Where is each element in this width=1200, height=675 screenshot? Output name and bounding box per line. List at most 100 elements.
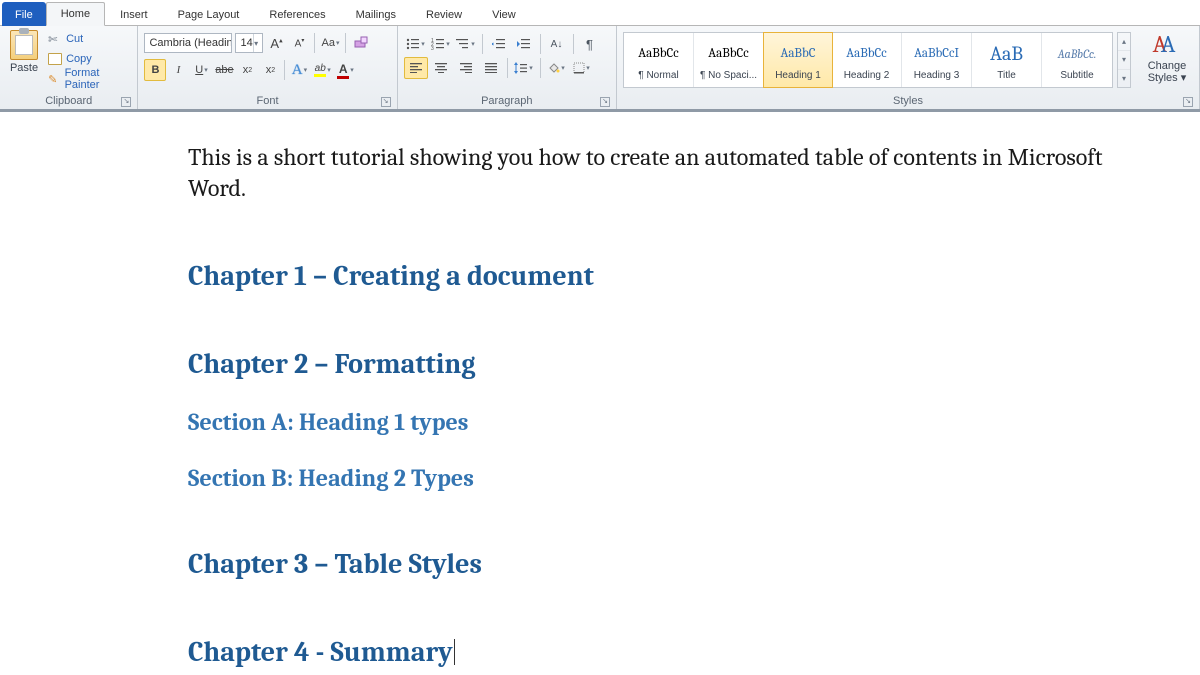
group-paragraph: ▾ 123▾ ▾ A↓ ¶ [398,26,618,109]
sort-button[interactable]: A↓ [545,33,569,55]
styles-dialog-launcher[interactable]: ↘ [1183,97,1193,107]
style-item--normal[interactable]: AaBbCc¶ Normal [624,33,694,87]
paragraph-dialog-launcher[interactable]: ↘ [600,97,610,107]
format-painter-button[interactable]: ✎ Format Painter [46,70,131,88]
body-paragraph: This is a short tutorial showing you how… [188,142,1108,204]
heading-chapter-2: Chapter 2 – Formatting [188,348,1200,380]
shading-button[interactable]: ▾ [545,57,569,79]
line-spacing-button[interactable]: ▾ [512,57,536,79]
group-label-styles: Styles [893,95,923,107]
tab-file[interactable]: File [2,2,46,26]
outdent-icon [492,38,506,50]
numbering-button[interactable]: 123▾ [429,33,453,55]
svg-text:3: 3 [431,46,434,50]
ribbon: Paste ✄ Cut Copy ✎ Format Painter Clipbo… [0,26,1200,112]
strikethrough-button[interactable]: abe [213,59,235,81]
multilevel-list-button[interactable]: ▾ [454,33,478,55]
style-label: ¶ No Spaci... [696,70,761,81]
brush-icon: ✎ [48,73,61,85]
borders-icon [573,62,585,74]
tab-mailings[interactable]: Mailings [341,2,411,26]
heading-chapter-3: Chapter 3 – Table Styles [188,548,1200,580]
increase-indent-button[interactable] [512,33,536,55]
underline-button[interactable]: U▾ [190,59,212,81]
borders-button[interactable]: ▾ [570,57,594,79]
gallery-more-button[interactable]: ▾ [1118,70,1130,87]
font-size-value: 14 [240,37,252,49]
style-item-title[interactable]: AaB Title [972,33,1042,87]
font-name-select[interactable]: Cambria (Headin ▾ [144,33,232,53]
group-label-font: Font [256,95,278,107]
decrease-indent-button[interactable] [487,33,511,55]
style-preview: AaBbCc [846,40,886,68]
cut-button[interactable]: ✄ Cut [46,30,131,48]
style-item-heading-2[interactable]: AaBbCcHeading 2 [832,33,902,87]
align-right-button[interactable] [454,57,478,79]
align-center-icon [435,63,447,73]
style-preview: AaBbCc [638,40,678,68]
style-item-heading-3[interactable]: AaBbCcI Heading 3 [902,33,972,87]
bullets-button[interactable]: ▾ [404,33,428,55]
gallery-down-button[interactable]: ▾ [1118,51,1130,69]
clipboard-dialog-launcher[interactable]: ↘ [121,97,131,107]
bold-button[interactable]: B [144,59,166,81]
gallery-scroll: ▴ ▾ ▾ [1117,32,1131,88]
change-case-button[interactable]: Aa▾ [320,33,340,53]
style-item--no-spaci-[interactable]: AaBbCc¶ No Spaci... [694,33,764,87]
align-right-icon [460,63,472,73]
shrink-font-button[interactable]: A▾ [289,33,309,53]
cut-icon: ✄ [48,33,62,45]
show-hide-button[interactable]: ¶ [578,33,602,55]
copy-label: Copy [66,53,92,65]
styles-gallery: AaBbCc¶ NormalAaBbCc¶ No Spaci...AaBbCHe… [623,32,1113,88]
group-styles: AaBbCc¶ NormalAaBbCc¶ No Spaci...AaBbCHe… [617,26,1200,109]
copy-icon [48,53,62,65]
change-styles-label: Change Styles ▾ [1141,60,1193,84]
change-styles-icon: AA [1153,30,1182,58]
style-label: Heading 3 [904,70,969,81]
highlight-button[interactable]: ab ▾ [311,59,333,81]
tab-page-layout[interactable]: Page Layout [163,2,255,26]
gallery-up-button[interactable]: ▴ [1118,33,1130,51]
text-effects-button[interactable]: A▾ [288,59,310,81]
paste-label: Paste [10,62,38,74]
clear-formatting-button[interactable] [351,33,371,53]
style-item-heading-1[interactable]: AaBbC Heading 1 [763,32,833,88]
change-styles-button[interactable]: AA Change Styles ▾ [1141,30,1193,84]
font-dialog-launcher[interactable]: ↘ [381,97,391,107]
group-label-clipboard: Clipboard [45,95,92,107]
tab-review[interactable]: Review [411,2,477,26]
style-label: Title [974,70,1039,81]
align-center-button[interactable] [429,57,453,79]
tab-references[interactable]: References [254,2,340,26]
superscript-button[interactable]: x2 [259,59,281,81]
tab-home[interactable]: Home [46,2,105,26]
justify-button[interactable] [479,57,503,79]
font-color-button[interactable]: A ▾ [334,59,356,81]
style-preview: AaB [990,40,1023,68]
italic-button[interactable]: I [167,59,189,81]
grow-font-button[interactable]: A▴ [266,33,286,53]
copy-button[interactable]: Copy [46,50,131,68]
font-size-select[interactable]: 14 ▾ [235,33,263,53]
tab-view[interactable]: View [477,2,531,26]
style-item-subtitle[interactable]: AaBbCc.Subtitle [1042,33,1112,87]
document-area[interactable]: This is a short tutorial showing you how… [0,112,1200,675]
style-label: Subtitle [1044,70,1110,81]
ribbon-tabs: File Home Insert Page Layout References … [0,0,1200,26]
chevron-down-icon: ▾ [253,34,259,52]
align-left-icon [410,63,422,73]
group-clipboard: Paste ✄ Cut Copy ✎ Format Painter Clipbo… [0,26,138,109]
style-preview: AaBbC [781,40,816,68]
style-preview: AaBbCcI [914,40,959,68]
format-painter-label: Format Painter [65,67,130,91]
justify-icon [485,63,497,73]
subscript-button[interactable]: x2 [236,59,258,81]
paste-button[interactable]: Paste [6,28,42,74]
paste-icon [10,30,38,60]
numbering-icon: 123 [431,38,445,50]
tab-insert[interactable]: Insert [105,2,163,26]
style-label: Heading 1 [766,70,830,81]
bucket-icon [548,62,560,74]
align-left-button[interactable] [404,57,428,79]
